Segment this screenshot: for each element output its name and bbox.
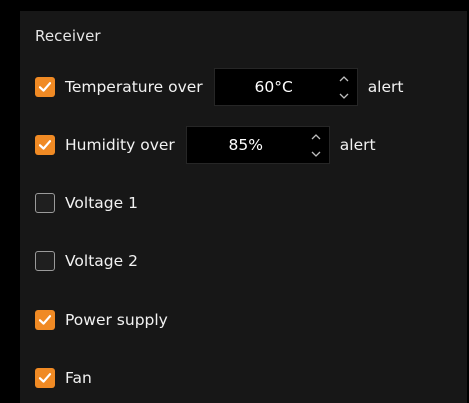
temperature-alert-row: Temperature over 60°C alert xyxy=(35,68,403,106)
temperature-threshold-spinbox[interactable]: 60°C xyxy=(213,68,358,106)
humidity-alert-suffix: alert xyxy=(339,136,376,154)
voltage2-alert-label: Voltage 2 xyxy=(65,252,138,270)
fan-alert-label: Fan xyxy=(65,369,92,387)
section-title: Receiver xyxy=(35,27,101,45)
fan-alert-checkbox[interactable] xyxy=(35,368,55,388)
humidity-threshold-value[interactable]: 85% xyxy=(187,127,305,163)
checkmark-icon xyxy=(38,82,52,92)
temperature-threshold-value[interactable]: 60°C xyxy=(215,69,333,105)
checkmark-icon xyxy=(38,373,52,383)
checkmark-icon xyxy=(38,140,52,150)
chevron-down-icon[interactable] xyxy=(309,147,323,160)
chevron-down-icon[interactable] xyxy=(337,89,351,102)
chevron-up-icon[interactable] xyxy=(309,130,323,143)
power-supply-alert-row: Power supply xyxy=(35,301,168,339)
power-supply-alert-checkbox[interactable] xyxy=(35,310,55,330)
voltage1-alert-checkbox[interactable] xyxy=(35,193,55,213)
humidity-alert-row: Humidity over 85% alert xyxy=(35,126,376,164)
humidity-alert-label: Humidity over xyxy=(65,136,175,154)
voltage1-alert-label: Voltage 1 xyxy=(65,194,138,212)
voltage1-alert-row: Voltage 1 xyxy=(35,184,138,222)
temperature-alert-suffix: alert xyxy=(367,78,404,96)
temperature-alert-checkbox[interactable] xyxy=(35,77,55,97)
fan-alert-row: Fan xyxy=(35,359,92,397)
voltage2-alert-checkbox[interactable] xyxy=(35,251,55,271)
power-supply-alert-label: Power supply xyxy=(65,311,168,329)
humidity-threshold-spinbox[interactable]: 85% xyxy=(185,126,330,164)
checkmark-icon xyxy=(38,315,52,325)
voltage2-alert-row: Voltage 2 xyxy=(35,242,138,280)
humidity-alert-checkbox[interactable] xyxy=(35,135,55,155)
receiver-alerts-panel: Receiver Temperature over 60°C alert Hum… xyxy=(20,11,467,403)
chevron-up-icon[interactable] xyxy=(337,72,351,85)
temperature-alert-label: Temperature over xyxy=(65,78,203,96)
